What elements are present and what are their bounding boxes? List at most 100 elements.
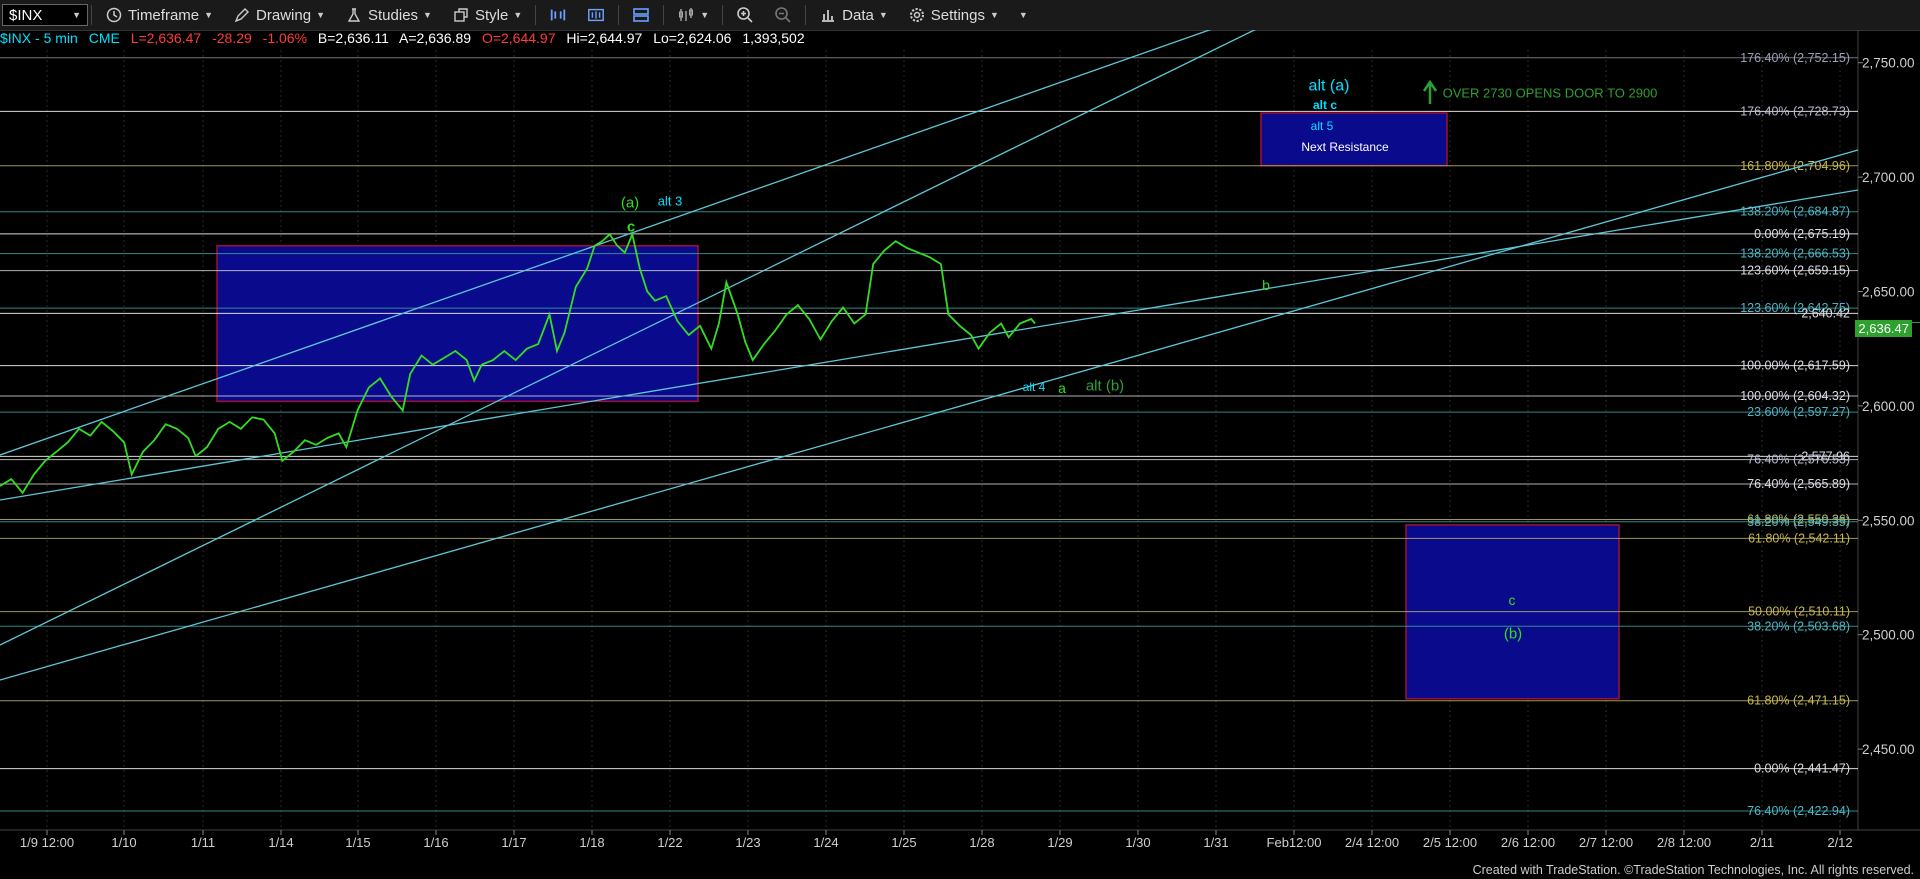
last-price: L=2,636.47 [130,30,202,46]
fib-label: 23.60% (2,597.27) [1747,405,1850,419]
x-axis-tick-label: 1/18 [579,835,604,850]
chevron-down-icon: ▼ [700,10,710,20]
y-axis-tick-label: 2,700.00 [1862,170,1915,185]
wave-annotation: c [1509,592,1516,608]
settings-label: Settings [930,6,985,24]
x-axis-tick-label: 1/28 [969,835,994,850]
wave-annotation: a [1058,380,1066,396]
price-chart[interactable]: 176.40% (2,752.15) 176.40% (2,728.73) 161.… [0,30,1920,860]
bar-spacing-button[interactable] [539,2,577,28]
divider [663,5,665,25]
x-axis-tick-label: 2/4 12:00 [1345,835,1399,850]
zoom-out-button[interactable] [764,2,802,28]
x-axis-tick-label: Feb12:00 [1267,835,1322,850]
x-axis-tick-label: 2/5 12:00 [1423,835,1477,850]
x-axis-tick-label: 2/6 12:00 [1501,835,1555,850]
wave-annotation: alt 4 [1023,380,1046,394]
low-price: Lo=2,624.06 [653,30,732,46]
fit-chart-button[interactable] [577,2,615,28]
layout-button[interactable] [622,2,660,28]
y-axis-tick-label: 2,450.00 [1862,742,1915,757]
chart-toolbar: $INX ▼ Timeframe ▼ Drawing ▼ Studies ▼ S… [0,0,1920,31]
divider [91,5,92,25]
consolidation-box [216,244,699,403]
ask-price: A=2,636.89 [399,30,472,46]
divider [535,5,537,25]
fib-label: 38.20% (2,503.68) [1747,619,1850,633]
fib-label: 176.40% (2,752.15) [1740,51,1850,65]
fib-label: 76.40% (2,576.53) [1747,453,1850,467]
symbol-value: $INX [9,6,43,24]
x-axis-tick-label: 1/11 [191,835,215,850]
flask-icon [345,6,363,24]
clock-icon [105,6,123,24]
chevron-down-icon: ▼ [204,10,214,20]
y-axis-tick-label: 2,600.00 [1862,399,1915,414]
drawing-label: Drawing [256,6,312,24]
x-axis-tick-label: 1/23 [735,835,760,850]
studies-button[interactable]: Studies ▼ [335,2,442,28]
timeframe-button[interactable]: Timeframe ▼ [95,2,223,28]
volume: 1,393,502 [742,30,805,46]
fib-label: 76.40% (2,422.94) [1747,804,1850,818]
x-axis-tick-label: 1/14 [268,835,293,850]
studies-label: Studies [368,6,419,24]
fib-label: 123.60% (2,659.15) [1740,264,1850,278]
x-axis-tick-label: 1/17 [501,835,526,850]
chevron-down-icon: ▼ [989,10,999,20]
symbol-input[interactable]: $INX ▼ [2,4,88,26]
settings-button[interactable]: Settings ▼ [898,2,1009,28]
x-axis-tick-label: 1/25 [891,835,916,850]
data-label: Data [842,6,874,24]
x-axis-tick-label: 1/30 [1125,835,1150,850]
wave-annotation: alt (b) [1086,377,1124,394]
wave-annotation: (a) [621,194,639,211]
zoom-out-icon [774,6,792,24]
wave-annotation: b [1262,277,1270,293]
wave-annotation: c [627,218,635,235]
x-axis-tick-label: 2/8 12:00 [1657,835,1711,850]
up-arrow-icon [1422,79,1438,104]
wave-annotation: alt (a) [1309,78,1350,95]
style-label: Style [474,6,509,24]
chevron-down-icon: ▼ [423,10,432,20]
x-axis-tick-label: 1/10 [111,835,136,850]
wave-annotation: alt c [1313,98,1337,112]
gear-icon [908,6,926,24]
x-axis-tick-label: 1/31 [1203,835,1228,850]
symbol-timeframe: $INX - 5 min [0,30,78,46]
fib-label: 76.40% (2,565.89) [1747,477,1850,491]
fib-label: 100.00% (2,604.32) [1740,389,1850,403]
more-button[interactable]: ▼ [1009,2,1038,28]
wave-annotation: alt 3 [658,194,683,209]
x-axis-tick-label: 1/29 [1047,835,1072,850]
fib-label: 38.20% (2,549.35) [1747,515,1850,529]
fib-label: 2,640.42 [1801,306,1850,320]
data-button[interactable]: Data ▼ [809,2,898,28]
current-price-tag: 2,636.47 [1855,320,1912,337]
candlestick-icon [677,6,695,24]
layout-icon [632,6,650,24]
chevron-down-icon: ▼ [878,10,888,20]
fib-label: 176.40% (2,728.73) [1740,104,1850,118]
x-axis-tick-label: 2/12 [1827,835,1852,850]
analysis-button[interactable]: ▼ [667,2,719,28]
wave-annotation: OVER 2730 OPENS DOOR TO 2900 [1443,86,1658,101]
chevron-down-icon: ▼ [513,10,523,20]
drawing-button[interactable]: Drawing ▼ [223,2,335,28]
fib-label: 161.80% (2,704.96) [1740,159,1850,173]
open-price: O=2,644.97 [481,30,556,46]
fib-label: 61.80% (2,471.15) [1747,694,1850,708]
x-axis-tick-label: 1/16 [423,835,448,850]
x-axis-tick-label: 1/9 12:00 [20,835,74,850]
bid-price: B=2,636.11 [317,30,389,46]
zoom-in-button[interactable] [726,2,764,28]
wave-annotation: Next Resistance [1301,140,1389,154]
chevron-down-icon: ▼ [316,10,325,20]
x-axis-tick-label: 1/22 [657,835,682,850]
chevron-down-icon: ▼ [72,10,81,20]
quote-info-bar: $INX - 5 min CME L=2,636.47 -28.29 -1.06… [0,30,812,48]
chevron-down-icon: ▼ [1018,10,1028,20]
y-axis-tick-label: 2,750.00 [1862,56,1915,71]
style-button[interactable]: Style ▼ [442,2,532,28]
